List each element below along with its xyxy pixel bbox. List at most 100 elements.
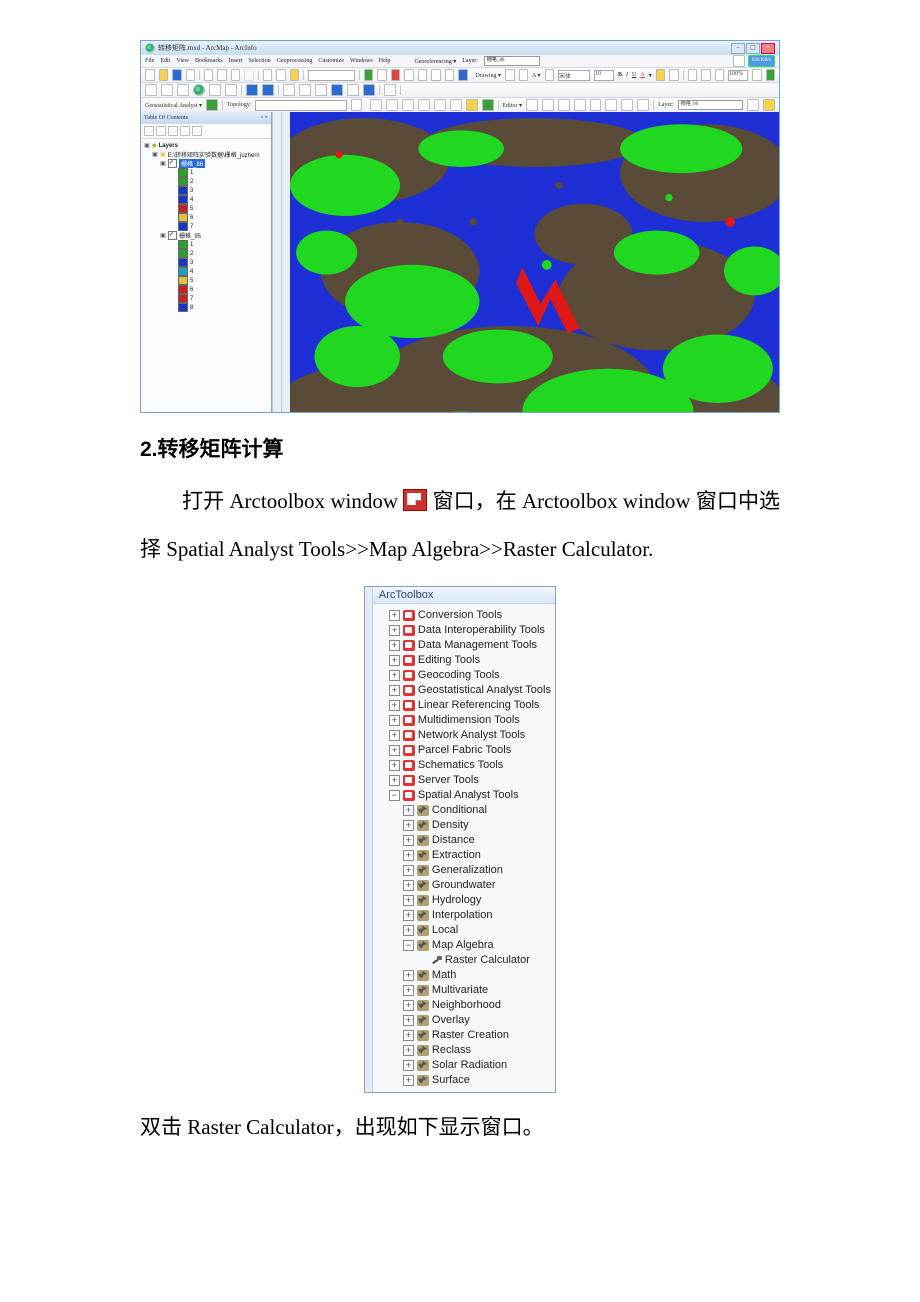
toolset-node[interactable]: +Raster Creation [377,1028,551,1043]
fixed-zoom-out-icon[interactable] [225,84,237,96]
toc-class[interactable]: 4 [144,267,268,276]
cut-poly-icon[interactable] [590,99,602,111]
maximize-button[interactable]: ▢ [746,43,760,54]
find-icon[interactable] [331,84,343,96]
drawing-label[interactable]: Drawing ▾ [476,72,502,79]
menu-geoprocessing[interactable]: Geoprocessing [277,58,313,64]
toolbox-node[interactable]: +Parcel Fabric Tools [377,743,551,758]
toolbox-node[interactable]: +Geostatistical Analyst Tools [377,683,551,698]
toc-class[interactable]: 2 [144,249,268,258]
toolset-node[interactable]: +Conditional [377,803,551,818]
ed-t3[interactable] [402,99,414,111]
menu-edit[interactable]: Edit [160,58,170,64]
toc-class[interactable]: 1 [144,168,268,177]
undo-icon[interactable] [263,69,273,81]
ed-t8[interactable] [482,99,494,111]
geostat-wizard-icon[interactable] [206,99,218,111]
toolset-node[interactable]: +Overlay [377,1013,551,1028]
measure-icon[interactable] [347,84,359,96]
refresh-icon[interactable] [752,69,762,81]
options-icon[interactable] [192,126,202,136]
delete-icon[interactable] [244,69,254,81]
menu-windows[interactable]: Windows [350,58,373,64]
clear-selection-icon[interactable] [299,84,311,96]
editor-tool-icon[interactable] [526,99,538,111]
print-icon[interactable] [186,69,196,81]
toolbox-node[interactable]: +Multidimension Tools [377,713,551,728]
save-icon[interactable] [172,69,182,81]
select-features-icon[interactable] [283,84,295,96]
minimize-button[interactable]: – [731,43,745,54]
attr-window-icon[interactable] [637,99,649,111]
toc-class[interactable]: 7 [144,222,268,231]
toolset-node[interactable]: +Hydrology [377,893,551,908]
paste-icon[interactable] [231,69,241,81]
layer-dropdown-top[interactable]: 栅格_86 [484,56,540,66]
zoom-in-icon[interactable] [145,84,157,96]
line-color-icon[interactable] [669,69,679,81]
font-dropdown[interactable]: 宋体 [558,70,590,81]
arctoolbox-tree[interactable]: +Conversion Tools+Data Interoperability … [373,604,555,1092]
topology-dropdown[interactable] [255,100,346,111]
toolbox-node[interactable]: +Conversion Tools [377,608,551,623]
list-by-source-icon[interactable] [156,126,166,136]
search-icon[interactable] [445,69,455,81]
scale-dropdown[interactable] [308,70,355,81]
toolset-node[interactable]: +Surface [377,1073,551,1088]
fill-color-icon[interactable] [656,69,666,81]
ed-t2[interactable] [386,99,398,111]
rotate-tool-icon[interactable] [621,99,633,111]
toolset-node[interactable]: +Reclass [377,1043,551,1058]
toolset-node[interactable]: +Solar Radiation [377,1058,551,1073]
rectangle-icon[interactable] [519,69,529,81]
list-by-visibility-icon[interactable] [168,126,178,136]
toc-class[interactable]: 4 [144,195,268,204]
toolset-node[interactable]: +Multivariate [377,983,551,998]
toc-layer[interactable]: ▣ 栅格_95 [144,231,268,240]
list-by-drawing-icon[interactable] [144,126,154,136]
toc-class[interactable]: 6 [144,285,268,294]
toolbox-node[interactable]: +Schematics Tools [377,758,551,773]
toc-class[interactable]: 3 [144,186,268,195]
toolset-node[interactable]: +Groundwater [377,878,551,893]
arctoolbox-icon[interactable] [391,69,401,81]
full-extent-icon[interactable] [193,84,205,96]
menu-file[interactable]: File [145,58,154,64]
toolbox-node[interactable]: +Linear Referencing Tools [377,698,551,713]
font-size-dropdown[interactable]: 10 [594,70,614,81]
html-popup-icon[interactable] [384,84,396,96]
split-tool-icon[interactable] [605,99,617,111]
reshape-icon[interactable] [574,99,586,111]
symbology-icon[interactable] [763,99,775,111]
toc-icon[interactable] [377,69,387,81]
menu-view[interactable]: View [176,58,189,64]
align-icon[interactable] [688,69,698,81]
geostat-label[interactable]: Geostatistical Analyst ▾ [145,102,202,109]
menu-help[interactable]: Help [379,58,391,64]
toolbox-node[interactable]: +Data Management Tools [377,638,551,653]
toolset-node[interactable]: +Math [377,968,551,983]
ungroup-icon[interactable] [715,69,725,81]
hyperlink-icon[interactable] [363,84,375,96]
redo-icon[interactable] [276,69,286,81]
toc-tree[interactable]: ▣◆ Layers▣▣ E:\转移矩阵实验数据\栅格_juzhen\▣ 栅格_8… [141,139,271,412]
toolbox-node[interactable]: +Network Analyst Tools [377,728,551,743]
toc-autohide-icon[interactable]: ▫ × [261,115,268,121]
toc-class[interactable]: 1 [144,240,268,249]
new-icon[interactable] [145,69,155,81]
toolset-node[interactable]: +Generalization [377,863,551,878]
add-data-icon[interactable] [290,69,300,81]
layer-dropdown-bottom[interactable]: 栅格_86 [678,100,743,110]
python-icon[interactable] [404,69,414,81]
group-icon[interactable] [701,69,711,81]
tool-raster-calculator[interactable]: Raster Calculator [377,953,551,968]
georeferencing-dropdown[interactable]: Georeferencing ▾ [414,58,456,65]
close-button[interactable]: × [761,43,775,54]
toc-layer[interactable]: ▣ 栅格_86 [144,159,268,168]
fixed-zoom-in-icon[interactable] [209,84,221,96]
editor-toolbar-icon[interactable] [364,69,374,81]
topology-tool-icon[interactable] [351,99,363,111]
help-icon[interactable] [458,69,468,81]
text-icon[interactable] [545,69,555,81]
toolset-node[interactable]: +Local [377,923,551,938]
